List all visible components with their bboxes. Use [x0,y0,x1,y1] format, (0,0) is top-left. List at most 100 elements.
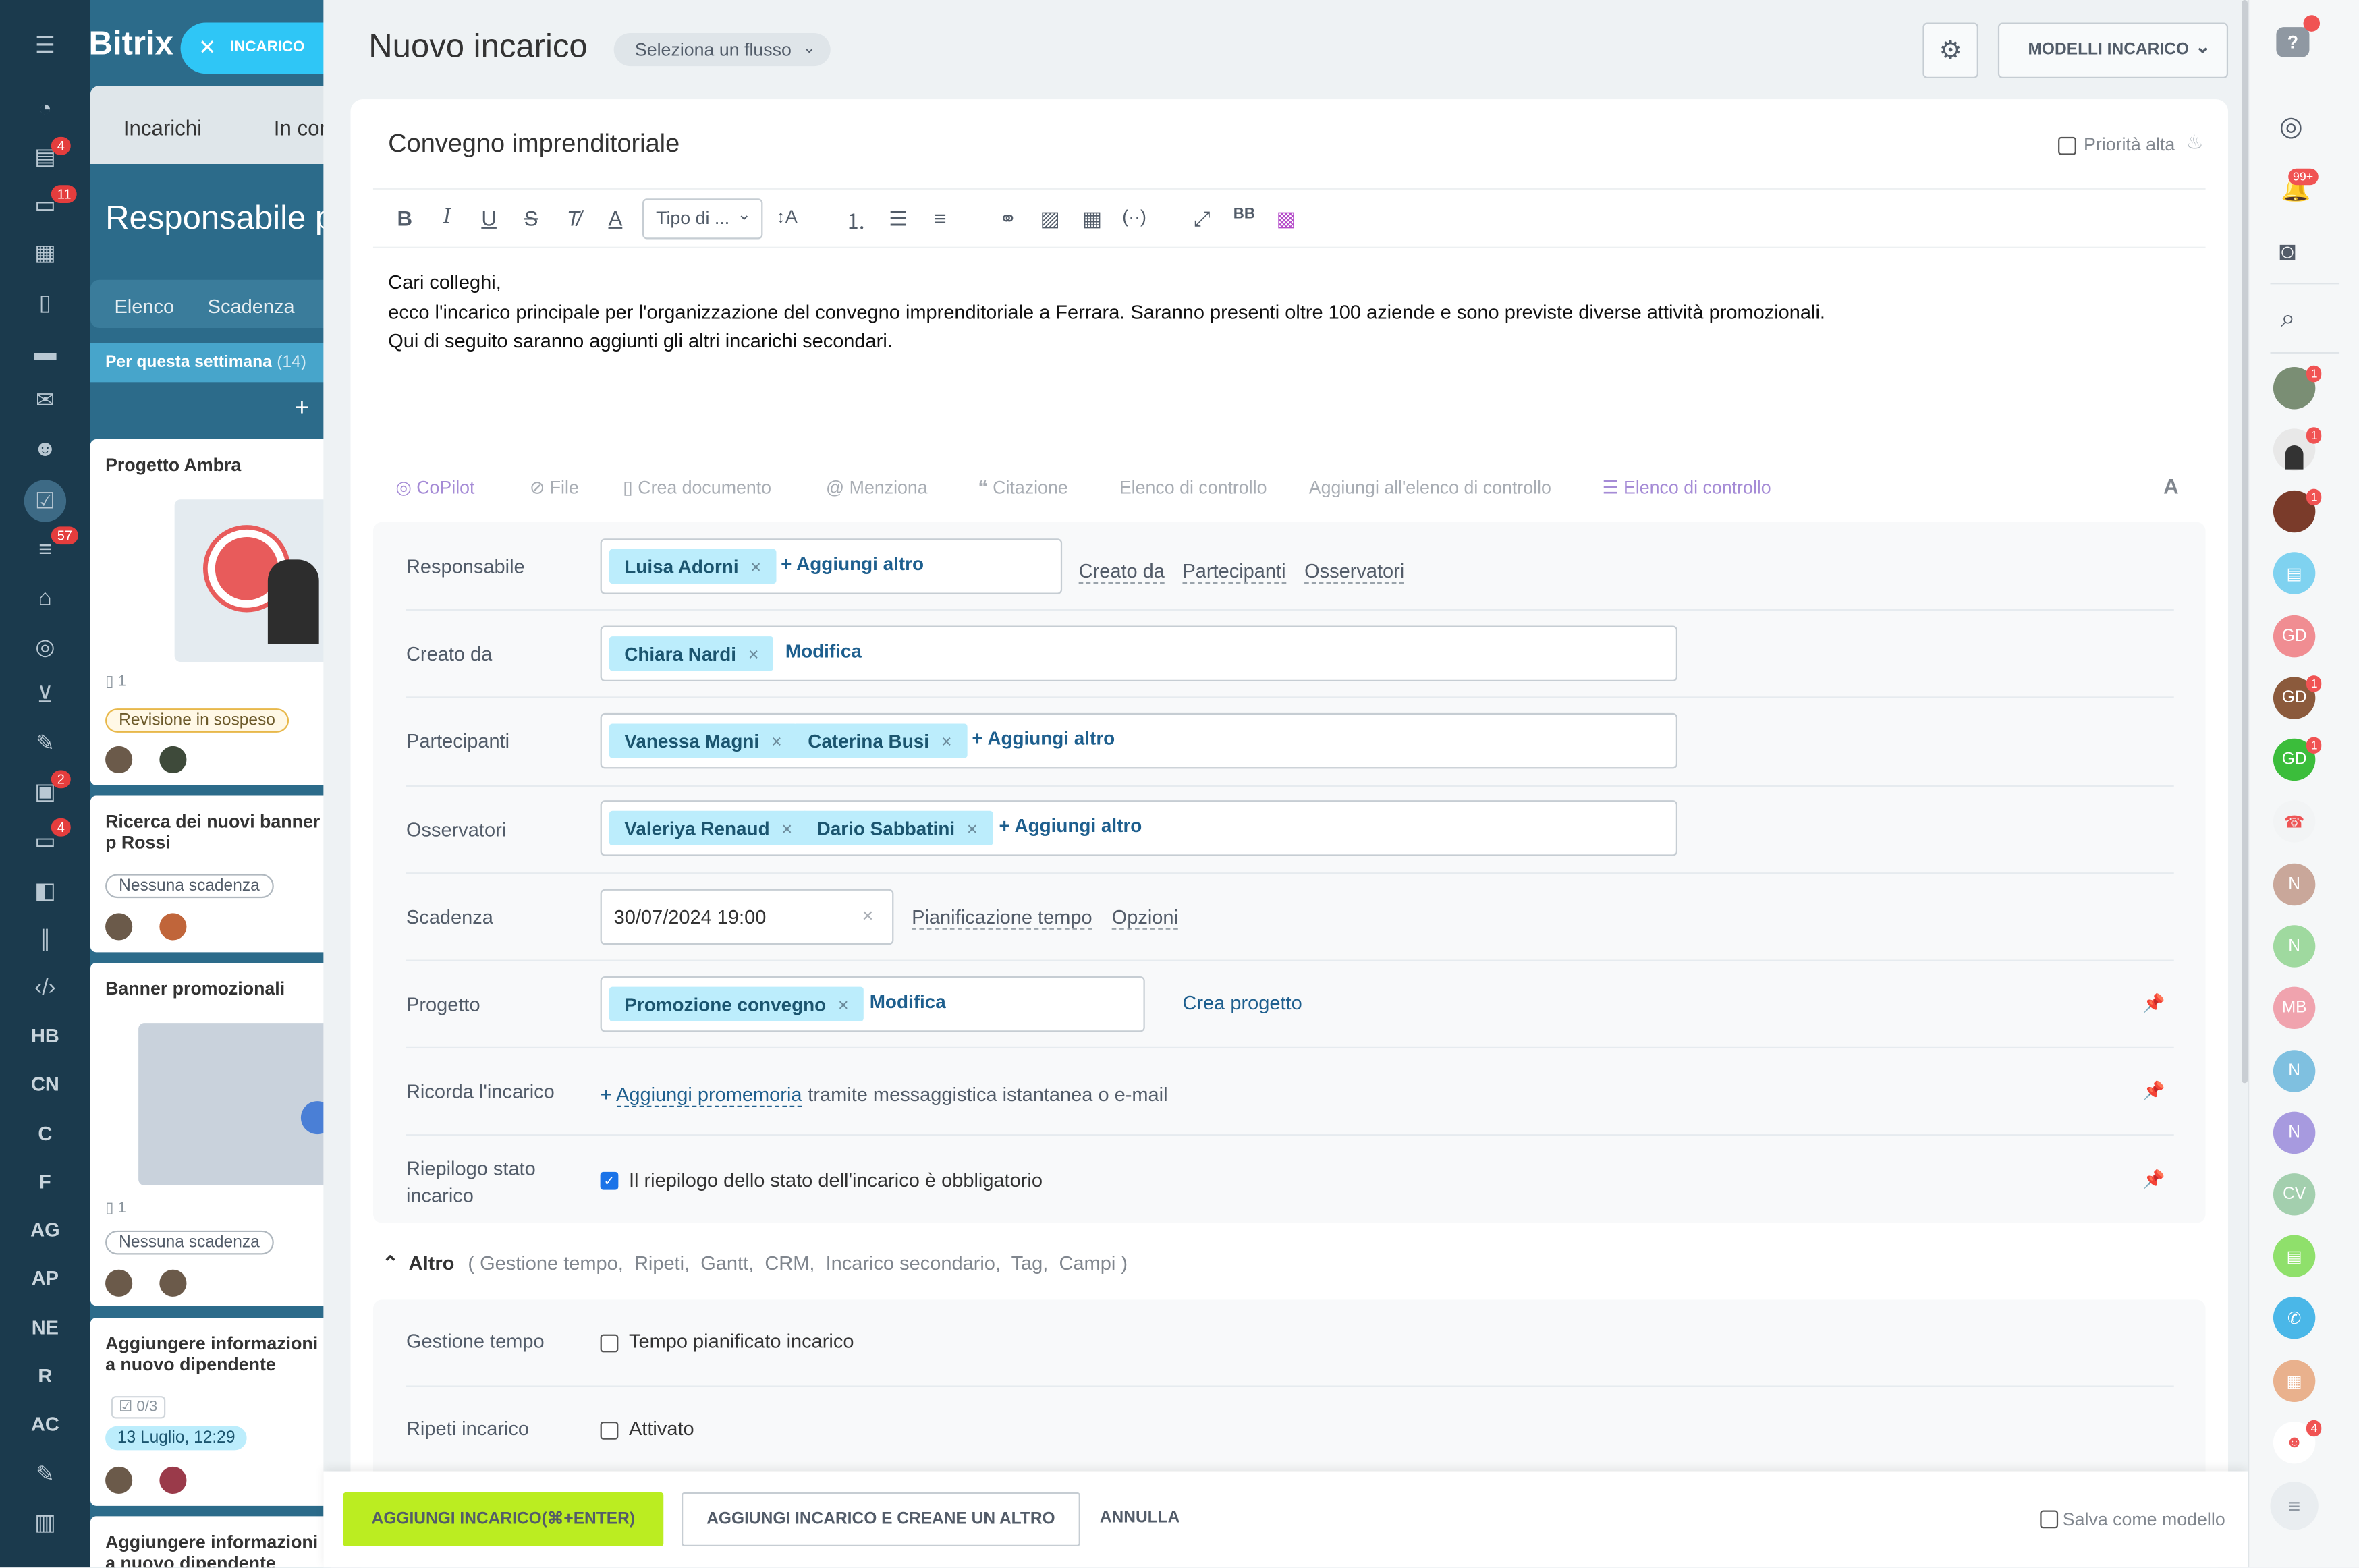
pin-icon[interactable]: 📌 [2142,1080,2165,1101]
more-item[interactable]: Gestione tempo, [480,1252,623,1274]
bg-add-task-button[interactable]: + [90,388,331,433]
user-chip[interactable]: Chiara Nardi × [609,636,774,671]
bbcode-icon[interactable]: BB [1229,206,1260,223]
bg-view-tab[interactable]: Elenco [114,295,174,317]
strikethrough-icon[interactable]: S [516,206,547,230]
group-icon[interactable]: ☻ [27,430,63,467]
more-toggle[interactable]: ⌃ Altro [382,1252,454,1276]
calendar-icon[interactable]: ▦ [27,235,63,271]
remove-icon[interactable]: × [781,818,792,839]
copilot-button[interactable]: ◎ CoPilot [395,477,474,498]
nav-item-c[interactable]: C [0,1122,90,1144]
user-chip[interactable]: Dario Sabbatini × [802,810,993,846]
create-project-link[interactable]: Crea progetto [1182,991,1302,1013]
mention-button[interactable]: @ Menziona [826,477,928,498]
nav-item-ag[interactable]: AG [0,1219,90,1241]
nav-item-ne[interactable]: NE [0,1316,90,1339]
add-more-link[interactable]: + Aggiungi altro [972,728,1115,749]
add-task-button[interactable]: AGGIUNGI INCARICO(⌘+ENTER) [343,1492,664,1547]
mail-icon[interactable]: ✉ [27,382,63,418]
user-chip[interactable]: Valeriya Renaud × [609,810,808,846]
avatar[interactable]: N [2273,1111,2316,1154]
text-style-select[interactable]: Tipo di ... ⌄ [642,198,763,240]
nav-item-ac[interactable]: AC [0,1413,90,1435]
user-chip[interactable]: Luisa Adorni × [609,549,777,584]
tasks-icon[interactable]: ☑ [24,480,67,522]
document-icon[interactable]: ▯ [27,284,63,320]
nav-item-cn[interactable]: CN [0,1073,90,1095]
participants-link[interactable]: Partecipanti [1182,559,1286,584]
remove-icon[interactable]: × [771,730,782,751]
add-reminder-link[interactable]: + Aggiungi promemoria [601,1083,802,1107]
chart-icon[interactable]: ▥ [27,1505,63,1541]
bg-tab[interactable]: In cor [274,116,327,140]
checklist-button[interactable]: Elenco di controllo [1119,477,1267,498]
bold-icon[interactable]: B [389,206,420,230]
avatar[interactable]: CV [2273,1173,2316,1216]
more-item[interactable]: CRM, [765,1252,814,1274]
repeat-checkbox[interactable] [600,1421,619,1440]
target-icon[interactable]: ◎ [27,629,63,665]
add-to-checklist-button[interactable]: Aggiungi all'elenco di controllo [1309,477,1551,498]
quote-button[interactable]: ❝ Citazione [978,477,1067,498]
table-icon[interactable]: ▦ [1077,206,1107,231]
chat-group-icon[interactable]: ▤ [2273,552,2316,594]
participants-field[interactable]: Vanessa Magni × Caterina Busi × + Aggiungi… [600,712,1678,769]
more-item[interactable]: Tag, [1011,1252,1049,1274]
numbered-list-icon[interactable]: ⒈ [841,206,871,236]
avatar[interactable]: N [2273,1050,2316,1092]
nav-item-ap[interactable]: AP [0,1266,90,1289]
code-icon[interactable]: ‹/› [27,969,63,1005]
cart-icon[interactable]: ⊻ [27,677,63,713]
task-templates-button[interactable]: MODELLI INCARICO ⌄ [1997,22,2229,78]
file-button[interactable]: ⊘ File [530,477,579,498]
high-priority-checkbox[interactable] [2058,136,2076,155]
more-item[interactable]: Campi [1059,1252,1115,1274]
scrollbar[interactable] [2242,0,2248,1084]
add-more-link[interactable]: + Aggiungi altro [999,815,1142,836]
align-icon[interactable]: ≡ [925,206,955,230]
bullet-list-icon[interactable]: ☰ [883,206,914,231]
flow-select[interactable]: Seleziona un flusso ⌄ [613,33,831,67]
user-chip[interactable]: Vanessa Magni × [609,723,797,758]
font-size-icon[interactable]: ↕A [772,206,802,227]
remove-icon[interactable]: × [941,730,952,751]
nav-item-hb[interactable]: HB [0,1024,90,1046]
options-link[interactable]: Opzioni [1111,905,1178,930]
settings-button[interactable]: ⚙ [1922,22,1978,78]
search-icon[interactable]: ⌕ [2281,304,2295,334]
image-icon[interactable]: ▨ [1035,206,1065,231]
drive-icon[interactable]: ▬ [27,334,63,370]
more-chats-icon[interactable]: ≡ [2270,1482,2319,1530]
add-more-link[interactable]: + Aggiungi altro [781,553,924,574]
company-icon[interactable]: ⌂ [27,579,63,615]
task-description[interactable]: Cari colleghi, ecco l'incarico principal… [388,268,1825,356]
pin-icon[interactable]: 📌 [2142,1169,2165,1189]
calendar-icon[interactable]: ▦ [2273,1360,2316,1402]
cancel-button[interactable]: ANNULLA [1100,1509,1180,1527]
project-field[interactable]: Promozione convegno × Modifica [600,976,1145,1032]
close-slider-tab[interactable]: ✕ INCARICO [180,22,331,74]
code-icon[interactable]: (··) [1119,206,1150,227]
remove-icon[interactable]: × [750,556,761,577]
created-by-link[interactable]: Creato da [1078,559,1165,584]
more-item[interactable]: Incarico secondario, [826,1252,1001,1274]
nav-item-r[interactable]: R [0,1364,90,1387]
observers-link[interactable]: Osservatori [1304,559,1405,584]
change-link[interactable]: Modifica [870,991,946,1012]
responsible-field[interactable]: Luisa Adorni × + Aggiungi altro [600,538,1063,594]
summary-checkbox[interactable]: ✓ [600,1171,619,1190]
support-icon[interactable]: ☎ [2273,800,2316,843]
bg-view-tab[interactable]: Scadenza [208,295,295,317]
activity-icon[interactable]: ◔ [27,90,63,127]
italic-icon[interactable]: I [432,206,462,230]
box-icon[interactable]: ◧ [27,872,63,909]
created-by-field[interactable]: Chiara Nardi × Modifica [600,625,1678,682]
remove-icon[interactable]: × [748,643,759,664]
nav-item-f[interactable]: F [0,1171,90,1193]
copilot-icon[interactable]: ◎ [2279,111,2303,143]
remove-icon[interactable]: × [838,994,849,1015]
bg-tab[interactable]: Incarichi [123,116,202,140]
task-title-input[interactable]: Convegno imprenditoriale [388,130,679,160]
text-color-icon[interactable]: A [601,206,631,230]
